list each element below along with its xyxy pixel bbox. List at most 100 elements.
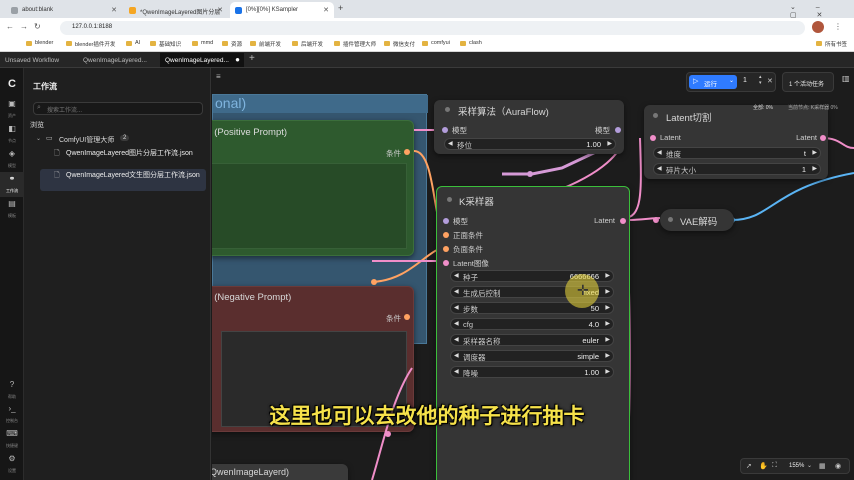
- chevron-down-icon[interactable]: ⌄: [36, 135, 41, 142]
- new-tab-button[interactable]: +: [338, 3, 343, 13]
- increment-icon[interactable]: ▶: [605, 288, 610, 295]
- increment-icon[interactable]: ▶: [605, 368, 610, 375]
- active-tasks-button[interactable]: 1 个活动任务: [782, 72, 834, 92]
- increment-icon[interactable]: ▶: [605, 336, 610, 343]
- profile-avatar[interactable]: [812, 21, 824, 33]
- panel-toggle-icon[interactable]: ▥: [842, 74, 850, 83]
- bookmark-item[interactable]: 插件管理大师: [334, 40, 376, 48]
- assets-icon[interactable]: ▣: [4, 99, 20, 108]
- close-icon[interactable]: ✕: [767, 77, 773, 85]
- aura-flow-node[interactable]: 采样算法（AuraFlow) 模型 模型 ◀ 移位 1.00 ▶: [434, 100, 624, 154]
- decrement-icon[interactable]: ◀: [454, 368, 459, 375]
- decrement-icon[interactable]: ◀: [657, 149, 662, 156]
- input-socket[interactable]: [442, 127, 448, 133]
- bookmark-item[interactable]: blender插件开发: [66, 40, 115, 48]
- latent-cut-node[interactable]: Latent切割 Latent Latent ◀ 维度 t ▶ ◀ 碎片大小 1…: [644, 105, 828, 179]
- chevron-down-icon[interactable]: ⌄: [729, 77, 734, 84]
- minimap-icon[interactable]: ▦: [819, 462, 826, 470]
- chunk-size-widget[interactable]: ◀ 碎片大小 1 ▶: [653, 163, 821, 175]
- node-collapse-icon[interactable]: [668, 217, 673, 222]
- decrement-icon[interactable]: ◀: [454, 352, 459, 359]
- output-socket[interactable]: [620, 218, 626, 224]
- decrement-icon[interactable]: ◀: [454, 304, 459, 311]
- workflow-tab[interactable]: QwenImageLayered...: [78, 53, 158, 67]
- bookmark-item[interactable]: 资源: [222, 40, 242, 48]
- queue-count-input[interactable]: 1: [743, 77, 747, 84]
- output-socket[interactable]: [820, 135, 826, 141]
- workflow-tab-active[interactable]: QwenImageLayered... ●: [160, 53, 244, 67]
- bookmark-item[interactable]: blender: [26, 40, 53, 46]
- bookmark-item[interactable]: clash: [460, 40, 482, 46]
- vae-decode-node[interactable]: VAE解码: [660, 209, 734, 231]
- input-socket-negative[interactable]: [443, 246, 449, 252]
- bookmark-item[interactable]: AI: [126, 40, 140, 46]
- denoise-widget[interactable]: ◀ 降噪 1.00 ▶: [450, 366, 614, 378]
- workflow-file-item[interactable]: 🗋 QwenImageLayered图片分层工作流.json: [52, 147, 206, 169]
- run-button[interactable]: ▷ 运行 ⌄: [689, 75, 737, 89]
- output-socket[interactable]: [615, 127, 621, 133]
- settings-icon[interactable]: ⚙: [4, 454, 20, 463]
- nodes-icon[interactable]: ◧: [4, 124, 20, 133]
- queue-stepper[interactable]: ▴ ▾: [759, 74, 762, 86]
- workflow-tab[interactable]: Unsaved Workflow: [0, 53, 76, 67]
- close-icon[interactable]: ✕: [217, 6, 223, 14]
- decrement-icon[interactable]: ◀: [448, 140, 453, 147]
- close-icon[interactable]: ✕: [323, 6, 329, 14]
- chevron-down-icon[interactable]: ⌄: [807, 462, 812, 469]
- browser-tab-about-blank[interactable]: about:blank ✕: [6, 2, 122, 18]
- scheduler-widget[interactable]: ◀ 调度器 simple ▶: [450, 350, 614, 362]
- hand-tool-icon[interactable]: ✋: [759, 462, 768, 470]
- workflow-icon[interactable]: ⚭: [4, 174, 20, 183]
- all-bookmarks[interactable]: 所有书签: [816, 40, 847, 48]
- decrement-icon[interactable]: ◀: [454, 272, 459, 279]
- templates-icon[interactable]: ▤: [4, 199, 20, 208]
- window-controls[interactable]: ⌄ – ▢ ✕: [790, 3, 854, 19]
- input-socket-positive[interactable]: [443, 232, 449, 238]
- increment-icon[interactable]: ▶: [605, 304, 610, 311]
- increment-icon[interactable]: ▶: [812, 165, 817, 172]
- dimension-widget[interactable]: ◀ 维度 t ▶: [653, 147, 821, 159]
- url-omnibox[interactable]: 127.0.0.1:8188: [60, 21, 805, 35]
- unsaved-dot-icon[interactable]: ●: [235, 55, 240, 64]
- browser-tab-ksampler[interactable]: [0%][0%] KSampler ✕: [230, 2, 334, 18]
- browser-tab-qwen[interactable]: *QwenImageLayered图片分层 ✕: [124, 2, 228, 18]
- input-socket[interactable]: [650, 135, 656, 141]
- help-icon[interactable]: ?: [4, 380, 20, 389]
- input-socket-model[interactable]: [443, 218, 449, 224]
- node-collapse-icon[interactable]: [445, 107, 450, 112]
- bookmark-item[interactable]: 基础知识: [150, 40, 181, 48]
- input-socket-latent[interactable]: [443, 260, 449, 266]
- decrement-icon[interactable]: ◀: [454, 288, 459, 295]
- workflow-file-item-selected[interactable]: 🗋 QwenImageLayered文生图分层工作流.json: [40, 169, 206, 191]
- shift-widget[interactable]: ◀ 移位 1.00 ▶: [444, 138, 616, 150]
- models-icon[interactable]: ◈: [4, 149, 20, 158]
- bookmark-item[interactable]: comfyui: [422, 40, 450, 46]
- comfy-logo-icon[interactable]: C: [4, 78, 20, 90]
- bookmark-item[interactable]: mmd: [192, 40, 213, 46]
- new-workflow-button[interactable]: +: [249, 53, 255, 64]
- ksampler-node[interactable]: K采样器 模型 正面条件 负面条件 Latent图像 Latent ◀ 种子 6…: [436, 186, 630, 480]
- close-icon[interactable]: ✕: [111, 6, 117, 14]
- increment-icon[interactable]: ▶: [812, 149, 817, 156]
- increment-icon[interactable]: ▶: [607, 140, 612, 147]
- decrement-icon[interactable]: ◀: [454, 320, 459, 327]
- menu-dots-icon[interactable]: ⋮: [834, 22, 842, 31]
- decrement-icon[interactable]: ◀: [454, 336, 459, 343]
- fit-view-icon[interactable]: ⛶: [772, 462, 777, 470]
- folder-row[interactable]: ⌄ ▭ ComfyUI管理大师 2: [36, 134, 206, 146]
- increment-icon[interactable]: ▶: [605, 352, 610, 359]
- increment-icon[interactable]: ▶: [605, 272, 610, 279]
- bookmark-item[interactable]: 微信支付: [384, 40, 415, 48]
- node-collapse-icon[interactable]: [447, 197, 452, 202]
- select-tool-icon[interactable]: ➚: [746, 462, 752, 470]
- cfg-widget[interactable]: ◀ cfg 4.0 ▶: [450, 318, 614, 330]
- workflow-search-input[interactable]: ⌕ 搜索工作流...: [33, 102, 203, 115]
- decrement-icon[interactable]: ◀: [657, 165, 662, 172]
- nav-buttons[interactable]: ←→↻: [6, 22, 47, 31]
- sampler-name-widget[interactable]: ◀ 采样器名称 euler ▶: [450, 334, 614, 346]
- hamburger-menu-icon[interactable]: ≡: [216, 72, 221, 81]
- bookmark-item[interactable]: 前端开发: [250, 40, 281, 48]
- zoom-level[interactable]: 155%: [789, 463, 804, 469]
- bookmark-item[interactable]: 后端开发: [292, 40, 323, 48]
- shortcuts-icon[interactable]: ⌨: [4, 429, 20, 438]
